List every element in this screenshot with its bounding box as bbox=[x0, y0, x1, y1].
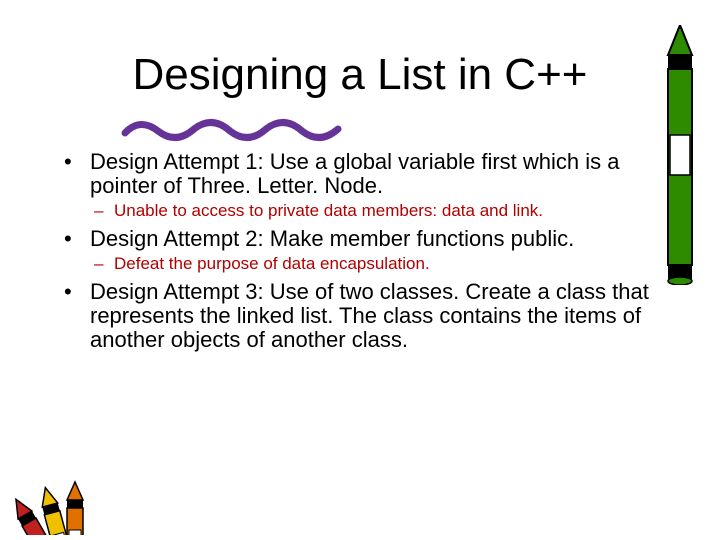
bullet-item: • Design Attempt 1: Use a global variabl… bbox=[60, 150, 660, 198]
bullet-item: • Design Attempt 2: Make member function… bbox=[60, 227, 660, 251]
sub-bullet-item: – Defeat the purpose of data encapsulati… bbox=[94, 255, 660, 274]
slide: Designing a List in C++ • Design Attempt… bbox=[0, 0, 720, 540]
bullet-dot-icon: • bbox=[60, 280, 90, 353]
sub-bullet-dash-icon: – bbox=[94, 202, 114, 221]
bullet-text: Design Attempt 2: Make member functions … bbox=[90, 227, 660, 251]
crayon-green-icon bbox=[650, 25, 710, 285]
sub-bullet-item: – Unable to access to private data membe… bbox=[94, 202, 660, 221]
underline-squiggle-icon bbox=[120, 115, 350, 145]
sub-bullet-dash-icon: – bbox=[94, 255, 114, 274]
bullet-dot-icon: • bbox=[60, 227, 90, 251]
slide-body: • Design Attempt 1: Use a global variabl… bbox=[60, 150, 660, 357]
sub-bullet-text: Defeat the purpose of data encapsulation… bbox=[114, 255, 660, 274]
bullet-item: • Design Attempt 3: Use of two classes. … bbox=[60, 280, 660, 353]
crayons-group-icon bbox=[5, 445, 145, 535]
bullet-text: Design Attempt 1: Use a global variable … bbox=[90, 150, 660, 198]
bullet-dot-icon: • bbox=[60, 150, 90, 198]
bullet-text: Design Attempt 3: Use of two classes. Cr… bbox=[90, 280, 660, 353]
sub-bullet-text: Unable to access to private data members… bbox=[114, 202, 660, 221]
slide-title: Designing a List in C++ bbox=[0, 50, 720, 100]
